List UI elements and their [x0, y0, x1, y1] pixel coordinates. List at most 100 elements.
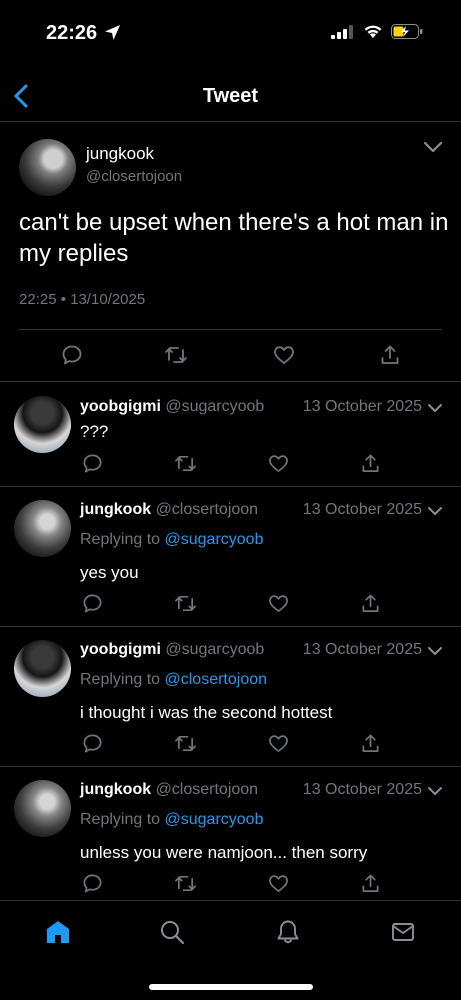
- retweet-icon: [165, 347, 187, 363]
- reply-actions: [0, 871, 461, 895]
- author-name[interactable]: yoobgigmi: [80, 641, 161, 658]
- author-handle[interactable]: @closertojoon: [86, 168, 182, 185]
- bell-icon: [277, 920, 299, 944]
- like-button[interactable]: [272, 343, 296, 367]
- avatar[interactable]: [14, 396, 71, 453]
- retweet-icon: [174, 455, 196, 471]
- chevron-down-icon[interactable]: [427, 786, 443, 796]
- chevron-down-icon[interactable]: [427, 646, 443, 656]
- reply-button[interactable]: [80, 451, 104, 475]
- page-title: Tweet: [202, 85, 259, 107]
- share-button[interactable]: [378, 343, 402, 367]
- like-button[interactable]: [266, 871, 290, 895]
- tweet-text: can't be upset when there's a hot man in…: [19, 209, 449, 267]
- tab-notifications[interactable]: [273, 917, 303, 947]
- main-tweet: jungkook @closertojoon can't be upset wh…: [0, 123, 461, 382]
- replying-to-label: Replying to: [80, 671, 161, 688]
- reply-button[interactable]: [80, 871, 104, 895]
- status-indicators: [331, 24, 423, 39]
- like-icon: [268, 734, 288, 752]
- mention-link[interactable]: @closertojoon: [165, 671, 268, 688]
- share-icon: [362, 734, 378, 752]
- reply-actions: [0, 591, 461, 615]
- share-icon: [362, 454, 378, 472]
- replying-to-label: Replying to: [80, 531, 161, 548]
- mention-link[interactable]: @sugarcyoob: [165, 531, 264, 548]
- reply-tweet[interactable]: yoobgigmi @sugarcyoob 13 October 2025 ??…: [0, 383, 461, 487]
- reply-button[interactable]: [60, 343, 84, 367]
- avatar[interactable]: [14, 500, 71, 557]
- like-button[interactable]: [266, 731, 290, 755]
- reply-text: unless you were namjoon... then sorry: [80, 843, 368, 862]
- reply-actions: [0, 451, 461, 475]
- retweet-button[interactable]: [173, 591, 197, 615]
- reply-date: 13 October 2025: [302, 781, 422, 798]
- tab-search[interactable]: [157, 917, 187, 947]
- search-icon: [161, 921, 185, 945]
- author-handle[interactable]: @sugarcyoob: [165, 398, 264, 415]
- reply-actions: [0, 731, 461, 755]
- retweet-button[interactable]: [164, 343, 188, 367]
- share-button[interactable]: [358, 731, 382, 755]
- like-button[interactable]: [266, 591, 290, 615]
- nav-bar: Tweet: [0, 70, 461, 122]
- chevron-down-icon[interactable]: [423, 141, 443, 153]
- home-indicator[interactable]: [149, 984, 313, 990]
- chevron-down-icon[interactable]: [427, 403, 443, 413]
- share-icon: [362, 594, 378, 612]
- like-icon: [268, 874, 288, 892]
- wifi-icon: [364, 25, 382, 38]
- author-name[interactable]: jungkook: [80, 781, 151, 798]
- avatar[interactable]: [14, 780, 71, 837]
- share-button[interactable]: [358, 591, 382, 615]
- reply-text: ???: [80, 422, 109, 441]
- reply-header: jungkook @closertojoon: [80, 781, 258, 799]
- status-time: 22:26: [46, 22, 98, 44]
- reply-button[interactable]: [80, 731, 104, 755]
- author-name[interactable]: yoobgigmi: [80, 398, 161, 415]
- tab-messages[interactable]: [388, 917, 418, 947]
- retweet-button[interactable]: [173, 871, 197, 895]
- reply-header: yoobgigmi @sugarcyoob: [80, 398, 264, 416]
- cellular-signal-icon: [331, 24, 353, 39]
- reply-header: jungkook @closertojoon: [80, 501, 258, 519]
- retweet-button[interactable]: [173, 731, 197, 755]
- share-button[interactable]: [358, 871, 382, 895]
- status-bar: 22:26: [0, 0, 461, 62]
- like-icon: [268, 454, 288, 472]
- reply-date: 13 October 2025: [302, 398, 422, 415]
- reply-date: 13 October 2025: [302, 641, 422, 658]
- reply-tweet[interactable]: yoobgigmi @sugarcyoob 13 October 2025 Re…: [0, 627, 461, 767]
- retweet-icon: [174, 875, 196, 891]
- mail-icon: [392, 923, 414, 941]
- replying-to: Replying to @sugarcyoob: [80, 531, 263, 549]
- avatar[interactable]: [14, 640, 71, 697]
- reply-text: yes you: [80, 563, 139, 582]
- share-icon: [362, 874, 378, 892]
- reply-icon: [83, 734, 101, 752]
- author-name[interactable]: jungkook: [80, 501, 151, 518]
- retweet-icon: [174, 595, 196, 611]
- author-handle[interactable]: @closertojoon: [156, 501, 259, 518]
- mention-link[interactable]: @sugarcyoob: [165, 811, 264, 828]
- retweet-icon: [174, 735, 196, 751]
- tweet-actions: [0, 343, 461, 369]
- share-button[interactable]: [358, 451, 382, 475]
- author-handle[interactable]: @sugarcyoob: [165, 641, 264, 658]
- like-icon: [274, 346, 294, 364]
- like-icon: [268, 594, 288, 612]
- tab-home[interactable]: [43, 917, 73, 947]
- chevron-down-icon[interactable]: [427, 506, 443, 516]
- avatar[interactable]: [19, 139, 76, 196]
- reply-date: 13 October 2025: [302, 501, 422, 518]
- share-icon: [381, 345, 399, 364]
- divider: [19, 329, 442, 330]
- reply-text: i thought i was the second hottest: [80, 703, 333, 722]
- retweet-button[interactable]: [173, 451, 197, 475]
- like-button[interactable]: [266, 451, 290, 475]
- reply-tweet[interactable]: jungkook @closertojoon 13 October 2025 R…: [0, 487, 461, 627]
- author-handle[interactable]: @closertojoon: [156, 781, 259, 798]
- reply-tweet[interactable]: jungkook @closertojoon 13 October 2025 R…: [0, 767, 461, 900]
- author-name[interactable]: jungkook: [86, 144, 154, 164]
- reply-button[interactable]: [80, 591, 104, 615]
